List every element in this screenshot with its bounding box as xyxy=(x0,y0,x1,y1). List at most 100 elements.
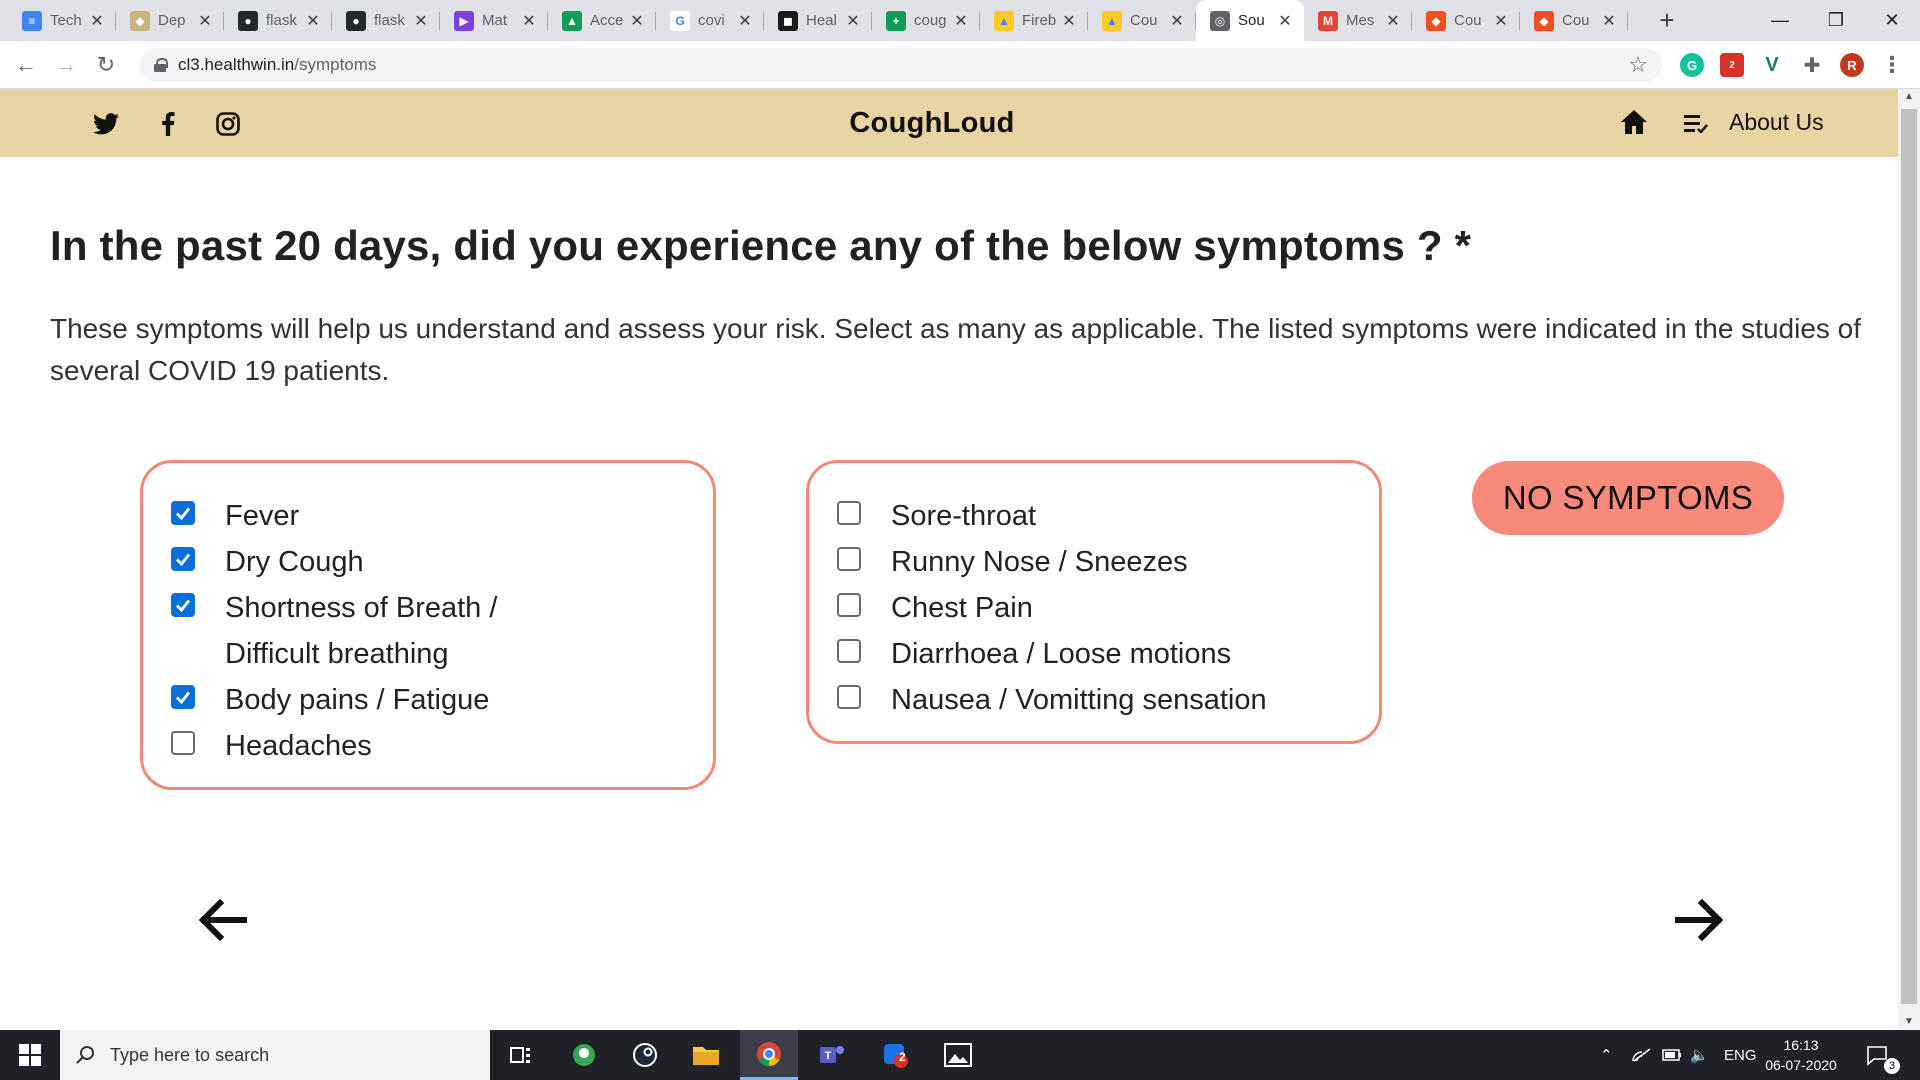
checkbox-unchecked[interactable] xyxy=(837,547,861,571)
tab-close-icon[interactable]: ✕ xyxy=(1384,11,1402,31)
symptom-option-diarrhoea[interactable]: Diarrhoea / Loose motions xyxy=(837,631,1231,677)
symptom-option-dry-cough[interactable]: Dry Cough xyxy=(171,539,364,585)
checkbox-checked[interactable] xyxy=(171,547,195,571)
menu-icon[interactable] xyxy=(1684,113,1708,138)
reload-icon[interactable]: ↻ xyxy=(90,49,122,81)
photos-icon[interactable] xyxy=(929,1030,987,1080)
checkbox-unchecked[interactable] xyxy=(837,501,861,525)
checkbox-checked[interactable] xyxy=(171,593,195,617)
next-arrow-icon[interactable] xyxy=(1672,895,1728,945)
show-hidden-icons-icon[interactable]: ⌃ xyxy=(1600,1030,1613,1080)
symptoms-group-right: Sore-throat Runny Nose / Sneezes Chest P… xyxy=(806,460,1382,744)
tab-close-icon[interactable]: ✕ xyxy=(1060,11,1078,31)
vue-devtools-icon[interactable]: V xyxy=(1760,53,1784,77)
minimize-icon[interactable]: — xyxy=(1752,0,1808,41)
symptom-label: Shortness of Breath / Difficult breathin… xyxy=(225,585,497,677)
close-window-icon[interactable]: ✕ xyxy=(1864,0,1920,41)
browser-tab[interactable]: ◎ Sou ✕ xyxy=(1196,0,1304,41)
brand-title[interactable]: CoughLoud xyxy=(0,107,1864,140)
tab-close-icon[interactable]: ✕ xyxy=(844,11,862,31)
grammarly-icon[interactable]: G xyxy=(1680,53,1704,77)
symptom-option-chest-pain[interactable]: Chest Pain xyxy=(837,585,1033,631)
extensions-puzzle-icon[interactable]: ✚ xyxy=(1800,53,1824,77)
symptom-option-sore-throat[interactable]: Sore-throat xyxy=(837,493,1036,539)
checkbox-checked[interactable] xyxy=(171,685,195,709)
symptom-label: Nausea / Vomitting sensation xyxy=(891,684,1267,716)
tab-close-icon[interactable]: ✕ xyxy=(412,11,430,31)
browser-tab[interactable]: + coug ✕ xyxy=(872,0,980,41)
checkbox-unchecked[interactable] xyxy=(837,685,861,709)
checkbox-unchecked[interactable] xyxy=(171,731,195,755)
checkbox-checked[interactable] xyxy=(171,501,195,525)
checkbox-unchecked[interactable] xyxy=(837,639,861,663)
browser-tab[interactable]: ≡ Tech ✕ xyxy=(8,0,116,41)
home-icon[interactable] xyxy=(1620,109,1648,140)
browser-tab[interactable]: ▲ Fireb ✕ xyxy=(980,0,1088,41)
profile-avatar[interactable]: R xyxy=(1840,53,1864,77)
notifications-icon[interactable]: 3 xyxy=(1866,1030,1900,1080)
tab-close-icon[interactable]: ✕ xyxy=(304,11,322,31)
messaging-app-icon[interactable]: 2 xyxy=(866,1030,924,1080)
maps-app-icon[interactable] xyxy=(555,1030,613,1080)
tab-close-icon[interactable]: ✕ xyxy=(88,11,106,31)
browser-tab[interactable]: ▶ Mat ✕ xyxy=(440,0,548,41)
bookmark-star-icon[interactable]: ☆ xyxy=(1628,52,1648,78)
address-bar[interactable]: cl3.healthwin.in/symptoms ☆ xyxy=(140,48,1662,82)
check-icon xyxy=(176,691,191,705)
restore-icon[interactable]: ❐ xyxy=(1808,0,1864,41)
scroll-down-icon[interactable]: ▼ xyxy=(1898,1016,1920,1027)
steam-icon[interactable] xyxy=(616,1030,674,1080)
page-scrollbar[interactable]: ▲ ▼ xyxy=(1898,89,1920,1029)
no-symptoms-button[interactable]: NO SYMPTOMS xyxy=(1472,461,1784,535)
browser-tab[interactable]: ◆ Dep ✕ xyxy=(116,0,224,41)
browser-tab[interactable]: ● flask ✕ xyxy=(224,0,332,41)
tab-title: coug xyxy=(914,12,947,29)
volume-icon[interactable]: 🔈 xyxy=(1690,1030,1709,1080)
symptom-option-shortness-of-breath[interactable]: Shortness of Breath / Difficult breathin… xyxy=(171,585,497,677)
battery-icon[interactable] xyxy=(1662,1030,1682,1080)
symptom-option-runny-nose[interactable]: Runny Nose / Sneezes xyxy=(837,539,1188,585)
tab-close-icon[interactable]: ✕ xyxy=(1276,11,1294,31)
browser-tab[interactable]: ▲ Acce ✕ xyxy=(548,0,656,41)
task-view-icon[interactable] xyxy=(492,1030,550,1080)
system-clock[interactable]: 16:13 06-07-2020 xyxy=(1756,1035,1846,1075)
scroll-up-icon[interactable]: ▲ xyxy=(1898,91,1920,102)
tab-close-icon[interactable]: ✕ xyxy=(196,11,214,31)
symptom-option-nausea[interactable]: Nausea / Vomitting sensation xyxy=(837,677,1267,723)
browser-tab[interactable]: ● flask ✕ xyxy=(332,0,440,41)
browser-tab[interactable]: ◼ Heal ✕ xyxy=(764,0,872,41)
gmail-icon: M xyxy=(1318,10,1338,31)
extension-badge-icon[interactable]: 2 xyxy=(1720,53,1744,77)
checkbox-unchecked[interactable] xyxy=(837,593,861,617)
taskbar-search-box[interactable]: Type here to search xyxy=(60,1030,490,1080)
windows-start-icon[interactable] xyxy=(0,1030,60,1080)
symptom-option-fever[interactable]: Fever xyxy=(171,493,299,539)
tab-close-icon[interactable]: ✕ xyxy=(952,11,970,31)
about-us-link[interactable]: About Us xyxy=(1729,109,1824,136)
symptom-label: Body pains / Fatigue xyxy=(225,684,490,716)
previous-arrow-icon[interactable] xyxy=(194,895,250,945)
symptom-option-headaches[interactable]: Headaches xyxy=(171,723,372,769)
browser-tab[interactable]: M Mes ✕ xyxy=(1304,0,1412,41)
symptom-option-body-pains[interactable]: Body pains / Fatigue xyxy=(171,677,489,723)
browser-tab[interactable]: ◆ Cou ✕ xyxy=(1412,0,1520,41)
forward-icon[interactable]: → xyxy=(50,49,82,81)
tab-close-icon[interactable]: ✕ xyxy=(736,11,754,31)
browser-tab[interactable]: Gcovi ✕ xyxy=(656,0,764,41)
wifi-icon[interactable] xyxy=(1632,1030,1652,1080)
tab-close-icon[interactable]: ✕ xyxy=(1168,11,1186,31)
scroll-thumb[interactable] xyxy=(1901,109,1917,1004)
menu-kebab-icon[interactable]: ⋮ xyxy=(1880,52,1904,77)
file-explorer-icon[interactable] xyxy=(677,1030,735,1080)
tab-close-icon[interactable]: ✕ xyxy=(520,11,538,31)
back-icon[interactable]: ← xyxy=(10,49,42,81)
new-tab-button[interactable]: + xyxy=(1652,6,1682,36)
language-indicator[interactable]: ENG xyxy=(1724,1030,1757,1080)
browser-tab[interactable]: ▲ Cou ✕ xyxy=(1088,0,1196,41)
browser-tab[interactable]: ◆ Cou ✕ xyxy=(1520,0,1628,41)
tab-close-icon[interactable]: ✕ xyxy=(1492,11,1510,31)
tab-close-icon[interactable]: ✕ xyxy=(628,11,646,31)
teams-icon[interactable]: T xyxy=(803,1030,861,1080)
tab-close-icon[interactable]: ✕ xyxy=(1600,11,1618,31)
chrome-taskbar-icon[interactable] xyxy=(740,1030,798,1080)
